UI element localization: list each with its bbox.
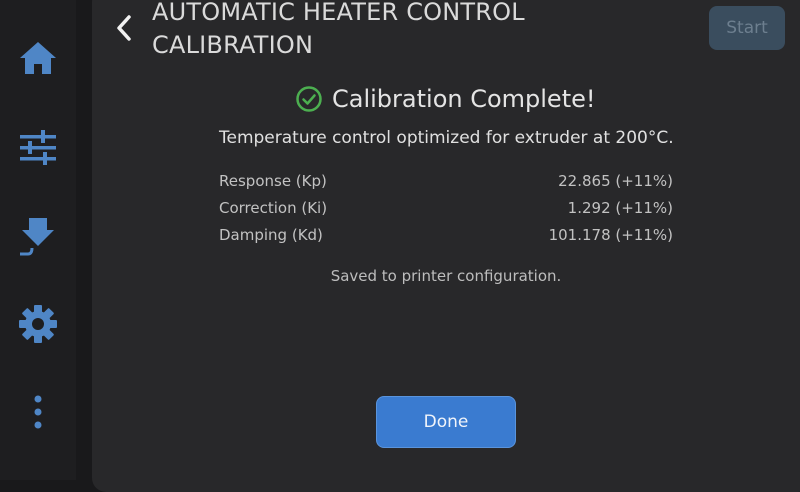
status-heading: Calibration Complete! [296, 84, 596, 114]
param-value: 1.292 (+11%) [567, 199, 673, 217]
nav-settings-button[interactable] [0, 294, 76, 354]
pid-parameters: Response (Kp) 22.865 (+11%) Correction (… [219, 171, 673, 252]
start-button[interactable]: Start [709, 6, 785, 50]
sliders-icon [20, 130, 56, 165]
param-label: Response (Kp) [219, 172, 327, 190]
page-title: AUTOMATIC HEATER CONTROL CALIBRATION [152, 0, 525, 59]
param-value: 22.865 (+11%) [558, 172, 673, 190]
nav-filament-button[interactable] [0, 206, 76, 266]
chevron-left-icon [117, 15, 131, 41]
done-button[interactable]: Done [376, 396, 516, 448]
param-label: Damping (Kd) [219, 226, 323, 244]
nav-home-button[interactable] [0, 28, 76, 88]
sidebar [0, 0, 76, 480]
param-row-kd: Damping (Kd) 101.178 (+11%) [219, 225, 673, 252]
filament-icon [20, 218, 54, 256]
param-value: 101.178 (+11%) [548, 226, 673, 244]
gear-icon [19, 305, 57, 343]
home-icon [20, 42, 56, 74]
param-row-ki: Correction (Ki) 1.292 (+11%) [219, 198, 673, 225]
nav-more-button[interactable] [0, 382, 76, 442]
nav-controls-button[interactable] [0, 118, 76, 178]
calibration-summary: Temperature control optimized for extrud… [219, 128, 674, 148]
check-circle-icon [296, 86, 322, 112]
more-icon [34, 395, 42, 429]
param-row-kp: Response (Kp) 22.865 (+11%) [219, 171, 673, 198]
param-label: Correction (Ki) [219, 199, 328, 217]
status-text: Calibration Complete! [332, 85, 596, 113]
back-button[interactable] [108, 10, 140, 46]
saved-note: Saved to printer configuration. [330, 267, 562, 285]
